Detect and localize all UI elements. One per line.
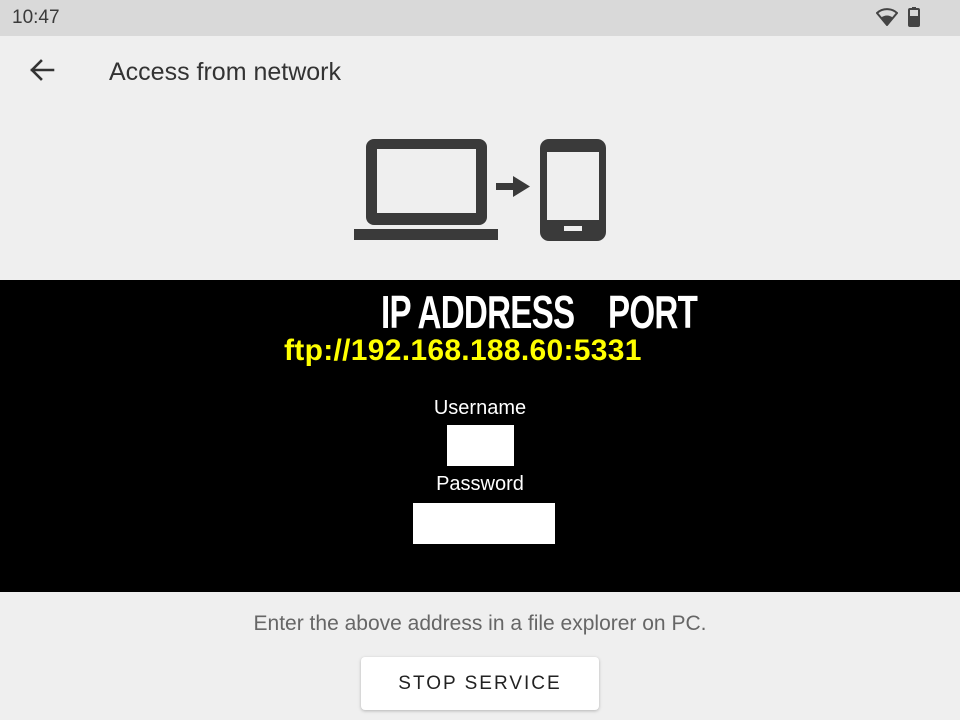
port-header: PORT — [608, 286, 698, 338]
arrow-left-icon — [29, 58, 55, 87]
app-bar: Access from network — [0, 36, 960, 108]
status-icons — [875, 7, 920, 32]
laptop-icon — [354, 139, 498, 240]
password-label: Password — [436, 473, 524, 495]
ip-address-header: IP ADDRESS — [381, 286, 575, 338]
battery-icon — [908, 7, 920, 32]
stop-service-button[interactable]: STOP SERVICE — [361, 657, 599, 710]
username-value — [447, 425, 514, 466]
back-button[interactable] — [18, 50, 66, 94]
phone-icon — [540, 139, 606, 241]
ftp-url: ftp://192.168.188.60:5331 — [284, 334, 642, 367]
status-bar: 10:47 — [0, 0, 960, 36]
pc-to-phone-illustration — [354, 139, 606, 241]
hint-text: Enter the above address in a file explor… — [253, 612, 707, 635]
password-value — [413, 503, 555, 544]
connection-panel: IP ADDRESS PORT ftp://192.168.188.60:533… — [0, 280, 960, 592]
status-time: 10:47 — [12, 7, 60, 28]
page-title: Access from network — [109, 58, 342, 86]
illustration — [0, 108, 960, 280]
username-label: Username — [433, 397, 527, 419]
arrow-right-icon — [496, 176, 530, 197]
wifi-icon — [875, 8, 899, 31]
